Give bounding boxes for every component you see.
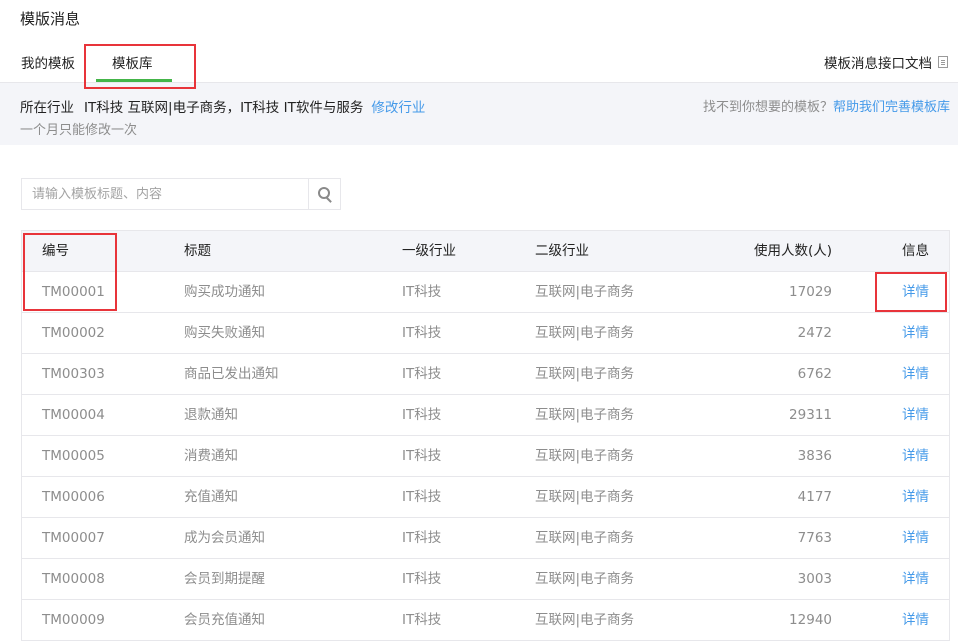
- industry-level1: IT科技: [402, 284, 442, 300]
- detail-link[interactable]: 详情: [902, 313, 929, 354]
- template-id: TM00009: [42, 612, 105, 628]
- table-row: TM00001 购买成功通知 IT科技 互联网|电子商务 17029 详情: [22, 272, 949, 313]
- header-id: 编号: [42, 243, 69, 259]
- template-id: TM00006: [42, 489, 105, 505]
- template-title: 购买成功通知: [184, 284, 265, 300]
- template-title: 商品已发出通知: [184, 366, 279, 382]
- header-user-count: 使用人数(人): [753, 243, 832, 259]
- industry-level2: 互联网|电子商务: [535, 612, 635, 628]
- table-row: TM00005 消费通知 IT科技 互联网|电子商务 3836 详情: [22, 436, 949, 477]
- user-count: 4177: [797, 489, 832, 505]
- industry-level1: IT科技: [402, 571, 442, 587]
- industry-level2: 互联网|电子商务: [535, 325, 635, 341]
- user-count: 12940: [789, 612, 832, 628]
- user-count: 7763: [797, 530, 832, 546]
- industry-level1: IT科技: [402, 612, 442, 628]
- detail-link[interactable]: 详情: [902, 559, 929, 600]
- user-count: 29311: [789, 407, 832, 423]
- template-id: TM00002: [42, 325, 105, 341]
- industry-level2: 互联网|电子商务: [535, 284, 635, 300]
- table-row: TM00008 会员到期提醒 IT科技 互联网|电子商务 3003 详情: [22, 559, 949, 600]
- industry-value: IT科技 互联网|电子商务，IT科技 IT软件与服务: [84, 100, 364, 116]
- template-title: 成为会员通知: [184, 530, 265, 546]
- header-info: 信息: [902, 243, 929, 259]
- template-id: TM00007: [42, 530, 105, 546]
- detail-link[interactable]: 详情: [902, 518, 929, 559]
- industry-label: 所在行业: [20, 100, 74, 116]
- template-title: 会员到期提醒: [184, 571, 265, 587]
- industry-level1: IT科技: [402, 530, 442, 546]
- table-row: TM00009 会员充值通知 IT科技 互联网|电子商务 12940 详情: [22, 600, 949, 641]
- industry-level2: 互联网|电子商务: [535, 366, 635, 382]
- search-box: [21, 178, 341, 210]
- header-industry-level1: 一级行业: [402, 243, 456, 259]
- tab-bar: 我的模板 模板库: [0, 40, 958, 83]
- user-count: 2472: [797, 325, 832, 341]
- industry-info-bar: 所在行业 IT科技 互联网|电子商务，IT科技 IT软件与服务 修改行业 一个月只能…: [0, 83, 958, 145]
- user-count: 17029: [789, 284, 832, 300]
- detail-link[interactable]: 详情: [902, 436, 929, 477]
- tab-template-library[interactable]: 模板库: [112, 52, 153, 72]
- industry-level2: 互联网|电子商务: [535, 448, 635, 464]
- template-id: TM00001: [42, 284, 105, 300]
- template-title: 购买失败通知: [184, 325, 265, 341]
- template-title: 消费通知: [184, 448, 238, 464]
- user-count: 3836: [797, 448, 832, 464]
- header-title: 标题: [184, 243, 211, 259]
- improve-library-link[interactable]: 帮助我们完善模板库: [833, 100, 950, 115]
- industry-line: 所在行业 IT科技 互联网|电子商务，IT科技 IT软件与服务 修改行业: [20, 96, 425, 116]
- user-count: 6762: [797, 366, 832, 382]
- page-title: 模版消息: [20, 10, 81, 28]
- header-industry-level2: 二级行业: [535, 243, 589, 259]
- template-title: 充值通知: [184, 489, 238, 505]
- search-input[interactable]: [22, 179, 309, 209]
- industry-level1: IT科技: [402, 325, 442, 341]
- industry-level1: IT科技: [402, 448, 442, 464]
- table-row: TM00303 商品已发出通知 IT科技 互联网|电子商务 6762 详情: [22, 354, 949, 395]
- document-icon: [938, 56, 948, 68]
- table-row: TM00006 充值通知 IT科技 互联网|电子商务 4177 详情: [22, 477, 949, 518]
- table-row: TM00002 购买失败通知 IT科技 互联网|电子商务 2472 详情: [22, 313, 949, 354]
- template-id: TM00008: [42, 571, 105, 587]
- industry-level2: 互联网|电子商务: [535, 489, 635, 505]
- industry-level2: 互联网|电子商务: [535, 530, 635, 546]
- industry-level1: IT科技: [402, 407, 442, 423]
- search-button[interactable]: [308, 179, 340, 209]
- detail-link[interactable]: 详情: [902, 477, 929, 518]
- help-text: 找不到你想要的模板？帮助我们完善模板库: [703, 96, 950, 115]
- industry-level2: 互联网|电子商务: [535, 407, 635, 423]
- detail-link[interactable]: 详情: [902, 272, 929, 313]
- detail-link[interactable]: 详情: [902, 395, 929, 436]
- api-doc-label: 模板消息接口文档: [824, 56, 932, 72]
- modify-industry-link[interactable]: 修改行业: [371, 100, 425, 116]
- template-id: TM00303: [42, 366, 105, 382]
- table-row: TM00004 退款通知 IT科技 互联网|电子商务 29311 详情: [22, 395, 949, 436]
- template-title: 会员充值通知: [184, 612, 265, 628]
- template-id: TM00004: [42, 407, 105, 423]
- industry-level1: IT科技: [402, 489, 442, 505]
- tab-my-templates[interactable]: 我的模板: [21, 52, 75, 72]
- detail-link[interactable]: 详情: [902, 354, 929, 395]
- template-id: TM00005: [42, 448, 105, 464]
- template-title: 退款通知: [184, 407, 238, 423]
- help-prefix: 找不到你想要的模板？: [702, 100, 833, 115]
- industry-note: 一个月只能修改一次: [20, 123, 138, 138]
- active-tab-indicator: [96, 79, 172, 82]
- industry-level2: 互联网|电子商务: [535, 571, 635, 587]
- detail-link[interactable]: 详情: [902, 600, 929, 641]
- user-count: 3003: [797, 571, 832, 587]
- industry-level1: IT科技: [402, 366, 442, 382]
- table-row: TM00007 成为会员通知 IT科技 互联网|电子商务 7763 详情: [22, 518, 949, 559]
- api-doc-link[interactable]: 模板消息接口文档: [824, 52, 948, 72]
- template-table: 编号 标题 一级行业 二级行业 使用人数(人) 信息 TM00001 购买成功通知…: [21, 230, 950, 641]
- table-header-row: 编号 标题 一级行业 二级行业 使用人数(人) 信息: [22, 231, 949, 272]
